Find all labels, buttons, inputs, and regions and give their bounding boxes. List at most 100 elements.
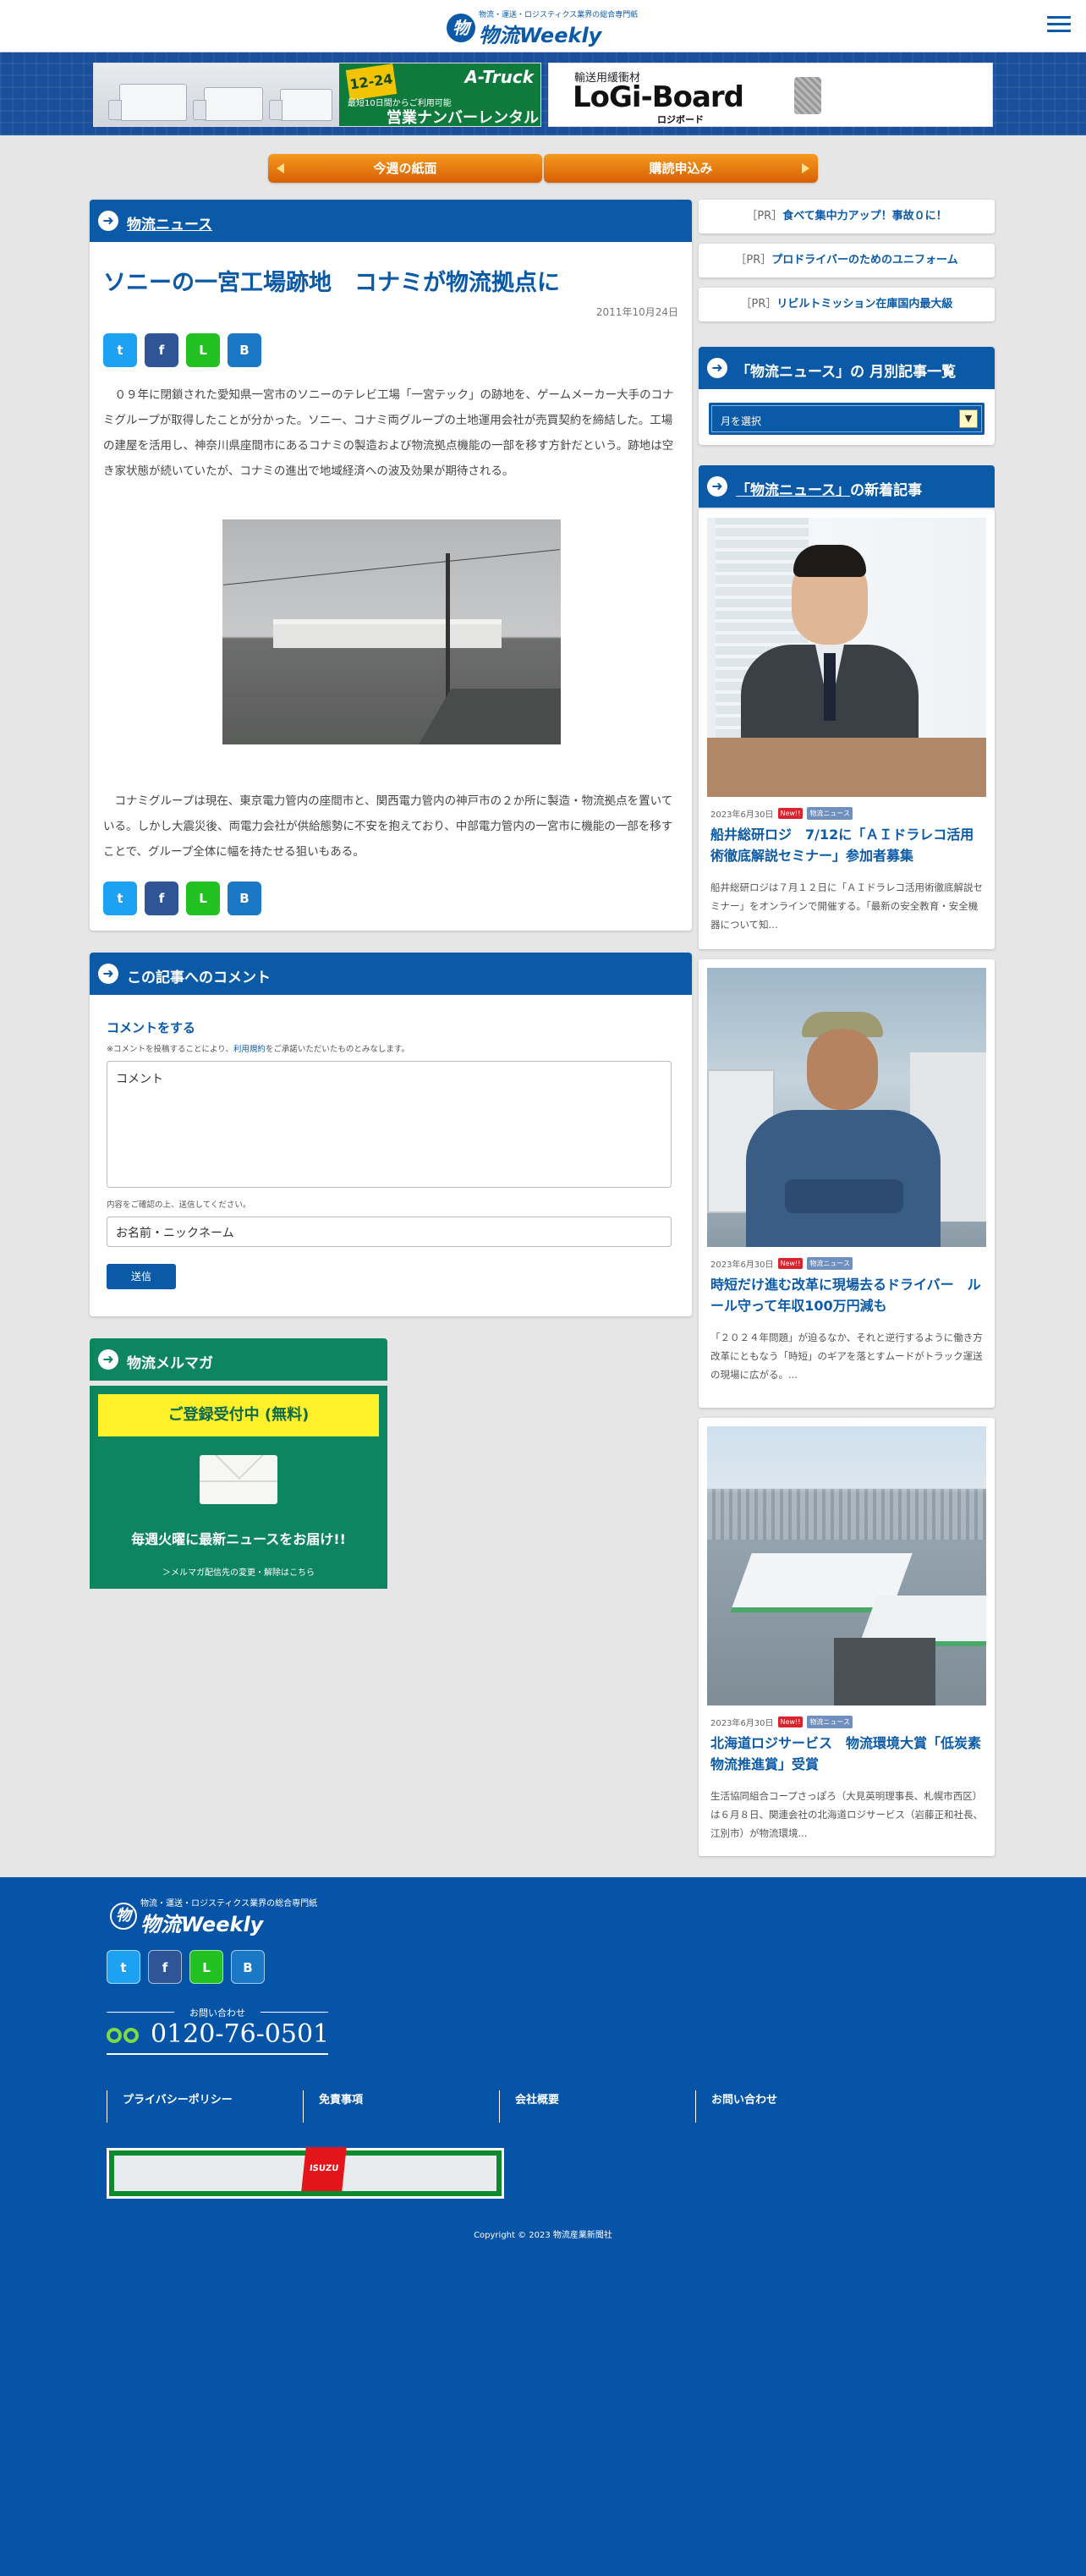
news-meta-2: 2023年6月30日 New!! 物流ニュース	[710, 1257, 853, 1270]
month-select[interactable]: 月を選択 ▼	[709, 403, 985, 435]
news-card-2[interactable]: 2023年6月30日 New!! 物流ニュース 時短だけ進む改革に現場去るドライ…	[699, 959, 995, 1408]
a-truck-brand: A-Truck	[464, 67, 534, 87]
news-excerpt-3: 生活協同組合コープさっぽろ（大見英明理事長、札幌市西区）は６月８日、関連会社の北…	[710, 1790, 983, 1839]
comment-textarea[interactable]: コメント	[107, 1061, 672, 1188]
news-meta-3: 2023年6月30日 New!! 物流ニュース	[710, 1716, 853, 1728]
mailmag-weekly-text: 毎週火曜に最新ニュースをお届け!!	[131, 1531, 346, 1547]
terms-link[interactable]: 利用規約	[233, 1045, 266, 1054]
pr-link-3[interactable]: ［PR］リビルトミッション在庫国内最大級	[699, 288, 995, 321]
paper-button-label: 今週の紙面	[373, 161, 437, 176]
line-link-button[interactable]: L	[189, 1950, 223, 1984]
hatena-share-button[interactable]: B	[228, 882, 261, 915]
archive-title: 「物流ニュース」の 月別記事一覧	[736, 364, 957, 381]
arrow-circle-icon: ➜	[707, 358, 727, 378]
news-title-2: 時短だけ進む改革に現場去るドライバー ルール守って年収100万円減も	[710, 1277, 981, 1314]
category-badge: 物流ニュース	[807, 1716, 853, 1728]
archive-card: ➜ 「物流ニュース」の 月別記事一覧 月を選択 ▼	[699, 347, 995, 445]
footer-wordmark: 物流Weekly	[140, 1913, 264, 1936]
article-date: 2011年10月24日	[595, 306, 678, 318]
disclaimer-link[interactable]: 免責事項	[303, 2090, 499, 2123]
pr-link-2[interactable]: ［PR］プロドライバーのためのユニフォーム	[699, 244, 995, 277]
news-title-1: 船井総研ロジ 7/12に「ＡＩドラレコ活用術徹底解説セミナー」参加者募集	[710, 827, 974, 864]
article-title: ソニーの一宮工場跡地 コナミが物流拠点に	[103, 270, 560, 296]
news-image-2	[707, 968, 986, 1247]
mail-magazine: ➜ 物流メルマガ ご登録受付中 (無料) 毎週火曜に最新ニュースをお届け!! ＞…	[90, 1338, 387, 1589]
facebook-link-button[interactable]: f	[148, 1950, 182, 1984]
company-link[interactable]: 会社概要	[499, 2090, 695, 2123]
terms-note: ※コメントを投稿することにより、利用規約をご承諾いただいたものとみなします。	[107, 1045, 409, 1054]
contact-phone[interactable]: お問い合わせ 0120-76-0501	[107, 2006, 330, 2055]
phone-number: 0120-76-0501	[151, 2019, 330, 2049]
line-share-button[interactable]: L	[186, 333, 220, 367]
twitter-link-button[interactable]: t	[107, 1950, 140, 1984]
envelope-icon	[200, 1455, 277, 1504]
footer-tagline: 物流・運送・ロジスティクス業界の総合専門紙	[140, 1899, 318, 1909]
footer-share-buttons: t f L B	[107, 1950, 265, 1984]
news-excerpt-2: 「２０２４年問題」が迫るなか、それと逆行するように働き方改革にともなう「時短」の…	[710, 1332, 983, 1381]
news-card-3[interactable]: 2023年6月30日 New!! 物流ニュース 北海道ロジサービス 物流環境大賞…	[699, 1418, 995, 1856]
contact-label: お問い合わせ	[107, 2006, 328, 2019]
footer-logo[interactable]: 物流・運送・ロジスティクス業界の総合専門紙 物 物流Weekly	[107, 1896, 326, 1936]
article-paragraph-2: コナミグループは現在、東京電力管内の座間市と、関西電力管内の神戸市の２か所に製造…	[103, 794, 673, 859]
banner-a-truck[interactable]: 12-24 A-Truck 最短10日間からご利用可能 営業ナンバーレンタル	[93, 63, 541, 127]
pr-link-1[interactable]: ［PR］食べて集中力アップ！事故０に！	[699, 200, 995, 233]
confirm-note: 内容をご確認の上、送信してください。	[107, 1200, 251, 1210]
twitter-share-button[interactable]: t	[103, 333, 137, 367]
arrow-circle-icon: ➜	[707, 476, 727, 497]
isuzu-logo: ISUZU	[301, 2147, 347, 2191]
facebook-share-button[interactable]: f	[145, 333, 178, 367]
mailmag-title: 物流メルマガ	[127, 1355, 213, 1372]
news-excerpt-1: 船井総研ロジは７月１２日に「ＡＩドラレコ活用術徹底解説セミナー」をオンラインで開…	[710, 882, 983, 931]
latest-header: ➜ 「物流ニュース」の新着記事	[699, 465, 995, 508]
submit-button[interactable]: 送信	[107, 1264, 176, 1289]
site-header: 物流・運送・ロジスティクス業界の総合専門紙 物 物流Weekly	[0, 0, 1086, 52]
menu-icon[interactable]	[1047, 12, 1071, 37]
category-badge: 物流ニュース	[807, 1257, 853, 1270]
logi-board-brand: LoGi-Board	[573, 80, 744, 114]
news-card-1[interactable]: 2023年6月30日 New!! 物流ニュース 船井総研ロジ 7/12に「ＡＩド…	[699, 509, 995, 949]
line-share-button[interactable]: L	[186, 882, 220, 915]
subscribe-button[interactable]: 購読申込み	[544, 154, 818, 183]
name-input[interactable]: お名前・ニックネーム	[107, 1217, 672, 1247]
board-product-image	[794, 77, 821, 114]
contact-link[interactable]: お問い合わせ	[695, 2090, 891, 2123]
latest-title: 「物流ニュース」の新着記事	[736, 482, 923, 499]
mailmag-change-link[interactable]: ＞メルマガ配信先の変更・解除はこちら	[90, 1565, 387, 1578]
news-image-1	[707, 518, 986, 797]
footer-logo-mark-icon: 物	[110, 1903, 137, 1930]
archive-header: ➜ 「物流ニュース」の 月別記事一覧	[699, 347, 995, 389]
arrow-circle-icon: ➜	[98, 1349, 118, 1370]
mailmag-register-button[interactable]: ご登録受付中 (無料)	[98, 1394, 379, 1436]
comment-card: ➜ この記事へのコメント コメントをする ※コメントを投稿することにより、利用規…	[90, 953, 692, 1316]
twitter-share-button[interactable]: t	[103, 882, 137, 915]
comment-heading: コメントをする	[107, 1020, 196, 1035]
hatena-link-button[interactable]: B	[231, 1950, 265, 1984]
logo-mark-icon: 物	[447, 14, 475, 42]
arrow-circle-icon: ➜	[98, 211, 118, 231]
logo-wordmark: 物流Weekly	[479, 24, 602, 47]
dropdown-arrow-icon: ▼	[959, 409, 978, 428]
paper-button[interactable]: 今週の紙面	[268, 154, 542, 183]
article-paragraph-1: ０９年に閉鎖された愛知県一宮市のソニーのテレビ工場「一宮テック」の跡地を、ゲーム…	[103, 388, 674, 478]
isuzu-banner[interactable]: ISUZU	[107, 2147, 504, 2199]
comment-section-title: この記事へのコメント	[127, 969, 271, 986]
share-buttons-top: t f L B	[103, 333, 261, 367]
site-logo[interactable]: 物流・運送・ロジスティクス業界の総合専門紙 物 物流Weekly	[447, 8, 639, 47]
banner-headline: 営業ナンバーレンタル	[387, 109, 539, 127]
banner-logi-board[interactable]: 輸送用緩衝材 LoGi-Board ロジボード	[548, 63, 993, 127]
section-link[interactable]: 物流ニュース	[127, 212, 212, 233]
news-image-3	[707, 1426, 986, 1705]
copyright: Copyright © 2023 物流産業新聞社	[474, 2231, 612, 2240]
subscribe-button-label: 購読申込み	[649, 161, 713, 176]
mailmag-header: ➜ 物流メルマガ	[90, 1338, 387, 1381]
arrow-circle-icon: ➜	[98, 964, 118, 984]
article-section-header: ➜ 物流ニュース	[90, 200, 692, 242]
new-badge: New!!	[777, 1716, 804, 1727]
facebook-share-button[interactable]: f	[145, 882, 178, 915]
share-buttons-bottom: t f L B	[103, 882, 261, 915]
banner-strip: 12-24 A-Truck 最短10日間からご利用可能 営業ナンバーレンタル 輸…	[0, 52, 1086, 135]
hatena-share-button[interactable]: B	[228, 333, 261, 367]
mailmag-body: ご登録受付中 (無料) 毎週火曜に最新ニュースをお届け!! ＞メルマガ配信先の変…	[90, 1386, 387, 1589]
privacy-link[interactable]: プライバシーポリシー	[107, 2090, 303, 2123]
free-dial-icon	[107, 2024, 144, 2046]
